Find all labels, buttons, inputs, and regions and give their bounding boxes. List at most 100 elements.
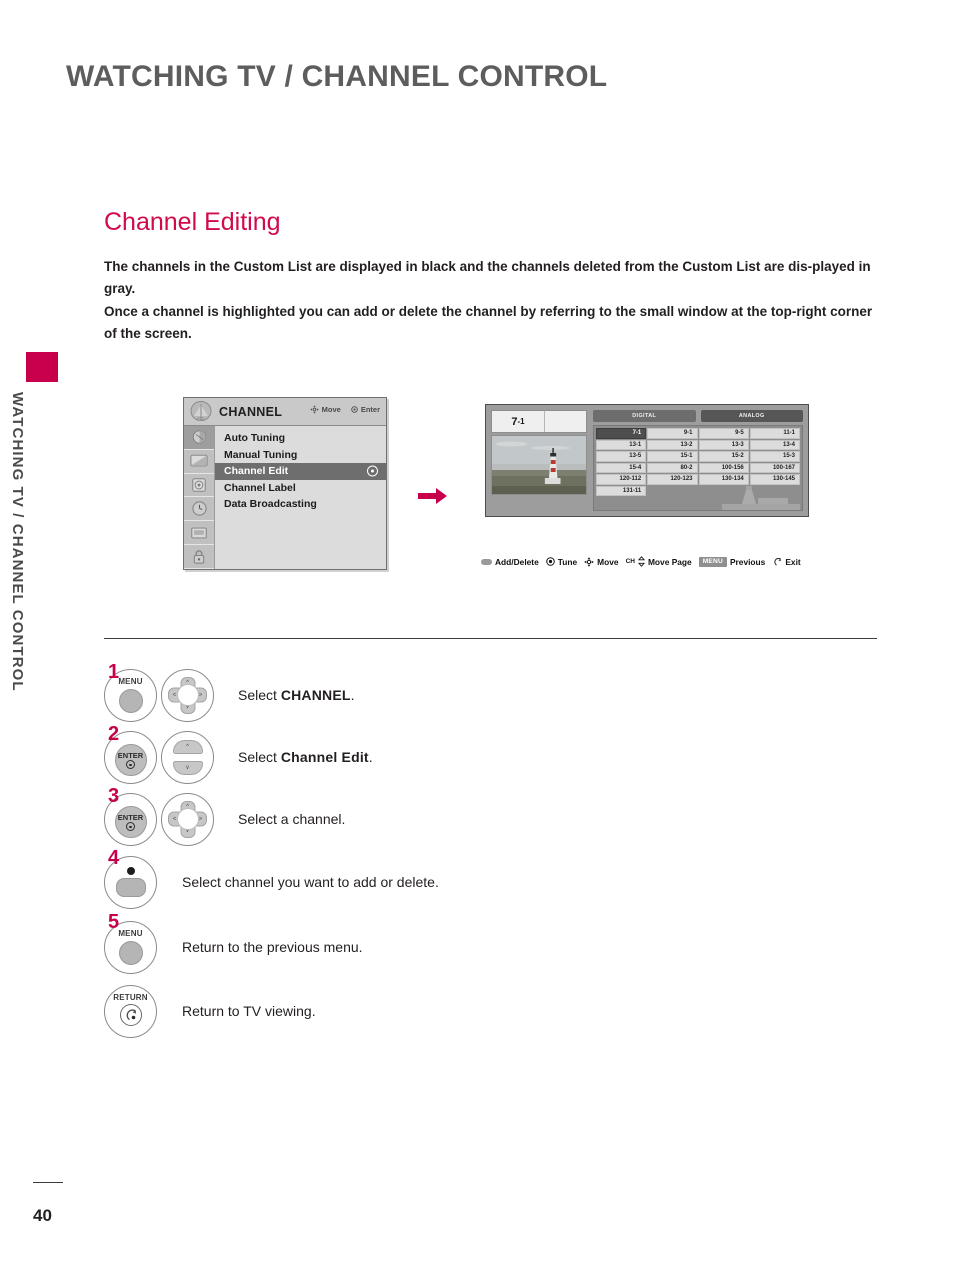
section-title: Channel Editing (104, 208, 281, 236)
step-number: 3 (108, 785, 120, 807)
osd-logo-icon: PSC (186, 400, 216, 424)
dpad-button[interactable]: ^ v < > (161, 792, 214, 846)
legend-label: Add/Delete (495, 556, 539, 567)
dpad-icon (584, 556, 594, 567)
channel-cell-empty (647, 486, 697, 497)
flow-arrow-icon (418, 487, 448, 510)
rail-audio-icon[interactable] (184, 474, 214, 498)
channel-cell[interactable]: 131-11 (596, 485, 647, 496)
section-divider (104, 638, 877, 639)
oval-key-icon (481, 558, 492, 565)
legend-add-delete: Add/Delete (481, 557, 539, 567)
svg-text:PSC: PSC (197, 417, 205, 421)
menu-key-icon: MENU (698, 556, 727, 567)
channel-cell[interactable]: 100-167 (749, 462, 800, 473)
page-title: WATCHING TV / CHANNEL CONTROL (66, 60, 608, 93)
nav-up-icon[interactable]: ^ (172, 739, 203, 754)
channel-cell[interactable]: 9-1 (647, 428, 698, 439)
enter-button-label: ENTER (117, 750, 144, 760)
channel-cell[interactable]: 100-156 (698, 462, 749, 473)
enter-dot-icon (126, 822, 135, 832)
ch-updown-icon (637, 556, 645, 567)
rail-lock-icon[interactable] (184, 545, 214, 569)
channel-cell[interactable]: 15-1 (647, 451, 698, 462)
sidebar-accent-tab (26, 352, 58, 382)
tv-preview-column: 7 -1 (491, 410, 587, 511)
channel-cell[interactable]: 13-1 (596, 439, 647, 450)
step-text: Return to TV viewing. (182, 1003, 316, 1019)
channel-cell[interactable]: 130-134 (698, 474, 749, 485)
legend-previous: MENU Previous (698, 556, 766, 567)
nav-down-icon[interactable]: v (172, 760, 203, 775)
enter-dot-icon (126, 760, 135, 770)
channel-cell[interactable]: 15-2 (698, 451, 749, 462)
channel-cell[interactable]: 13-2 (647, 439, 698, 450)
channel-cell[interactable]: 13-3 (698, 439, 749, 450)
channel-cell[interactable]: 15-4 (596, 462, 647, 473)
step-4: 4 Select channel you want to add or dele… (104, 848, 884, 914)
enter-dot-icon (545, 557, 555, 566)
return-button-label: RETURN (113, 992, 148, 1002)
tv-preview-channel-number: 7 -1 (492, 411, 545, 432)
dpad-center[interactable] (176, 684, 199, 706)
legend-label: Move (597, 556, 619, 567)
enter-dot-icon (367, 465, 378, 477)
tv-legend-bar: Add/Delete Tune Move CH Move Page MENU P… (481, 556, 801, 567)
osd-item-label: Channel Edit (224, 465, 289, 478)
step-return: RETURN Return to TV viewing. (104, 980, 884, 1042)
channel-cell[interactable]: 120-112 (596, 474, 647, 485)
tv-channel-list-column: DIGITAL ANALOG 7-1 9-1 9-5 11-1 13-1 13- (593, 410, 803, 511)
rail-time-icon[interactable] (184, 497, 214, 522)
tv-preview-channel-name (545, 411, 586, 432)
step-keys: RETURN (104, 984, 176, 1038)
channel-cell[interactable]: 15-3 (749, 451, 800, 462)
menu-button-circle (118, 940, 143, 965)
step-text-suffix: . (368, 749, 373, 765)
legend-label: Move Page (647, 556, 692, 567)
step-keys: ENTER ^ v < > (104, 792, 232, 846)
legend-label: Previous (729, 556, 766, 567)
legend-move: Move (584, 556, 619, 567)
step-list: 1 MENU ^ v < > Select CHANNEL. 2 ENTER ^… (104, 661, 884, 1042)
table-row: 13-5 15-1 15-2 15-3 (596, 451, 800, 462)
channel-cell[interactable]: 130-145 (749, 474, 800, 485)
osd-hint-enter-label: Enter (360, 405, 380, 414)
osd-channel-menu: PSC CHANNEL Move Enter Auto Tuning Manua… (183, 397, 387, 570)
channel-cell[interactable]: 80-2 (647, 462, 698, 473)
step-2: 2 ENTER ^ v Select Channel Edit. (104, 724, 884, 788)
channel-cell[interactable]: 13-4 (749, 439, 800, 450)
rail-picture-icon[interactable] (184, 450, 214, 474)
body-paragraph-2: Once a channel is highlighted you can ad… (104, 304, 873, 341)
osd-hint-group: Move Enter (310, 405, 380, 414)
osd-item-data-broadcasting[interactable]: Data Broadcasting (215, 496, 386, 513)
osd-item-auto-tuning[interactable]: Auto Tuning (215, 430, 386, 447)
footer-rule (33, 1182, 63, 1184)
updown-button[interactable]: ^ v (161, 730, 214, 784)
osd-item-channel-edit[interactable]: Channel Edit (215, 463, 386, 480)
rail-channel-icon[interactable] (184, 426, 214, 450)
dpad-button[interactable]: ^ v < > (161, 668, 214, 722)
step-text-bold: Channel Edit (280, 749, 369, 765)
channel-cell[interactable]: 9-5 (698, 428, 749, 439)
step-number: 5 (108, 911, 120, 933)
osd-item-channel-label[interactable]: Channel Label (215, 480, 386, 497)
osd-icon-rail (184, 426, 215, 569)
channel-cell[interactable]: 7-1 (596, 428, 647, 439)
table-row: 131-11 (596, 485, 800, 497)
channel-cell[interactable]: 11-1 (749, 428, 800, 439)
step-5: 5 MENU Return to the previous menu. (104, 911, 884, 980)
rail-option-icon[interactable] (184, 521, 214, 546)
step-number: 1 (108, 661, 120, 683)
tab-digital[interactable]: DIGITAL (593, 410, 696, 422)
return-button[interactable]: RETURN (104, 984, 157, 1038)
channel-cell[interactable]: 120-123 (647, 474, 698, 485)
oval-key-icon (115, 877, 146, 897)
osd-item-manual-tuning[interactable]: Manual Tuning (215, 447, 386, 464)
step-1: 1 MENU ^ v < > Select CHANNEL. (104, 661, 884, 726)
osd-title: CHANNEL (219, 404, 283, 419)
step-text-prefix: Select (238, 687, 281, 703)
channel-cell[interactable]: 13-5 (596, 451, 647, 462)
tab-analog[interactable]: ANALOG (700, 410, 803, 422)
dpad-center[interactable] (176, 808, 199, 830)
step-3: 3 ENTER ^ v < > Select a channel. (104, 785, 884, 850)
